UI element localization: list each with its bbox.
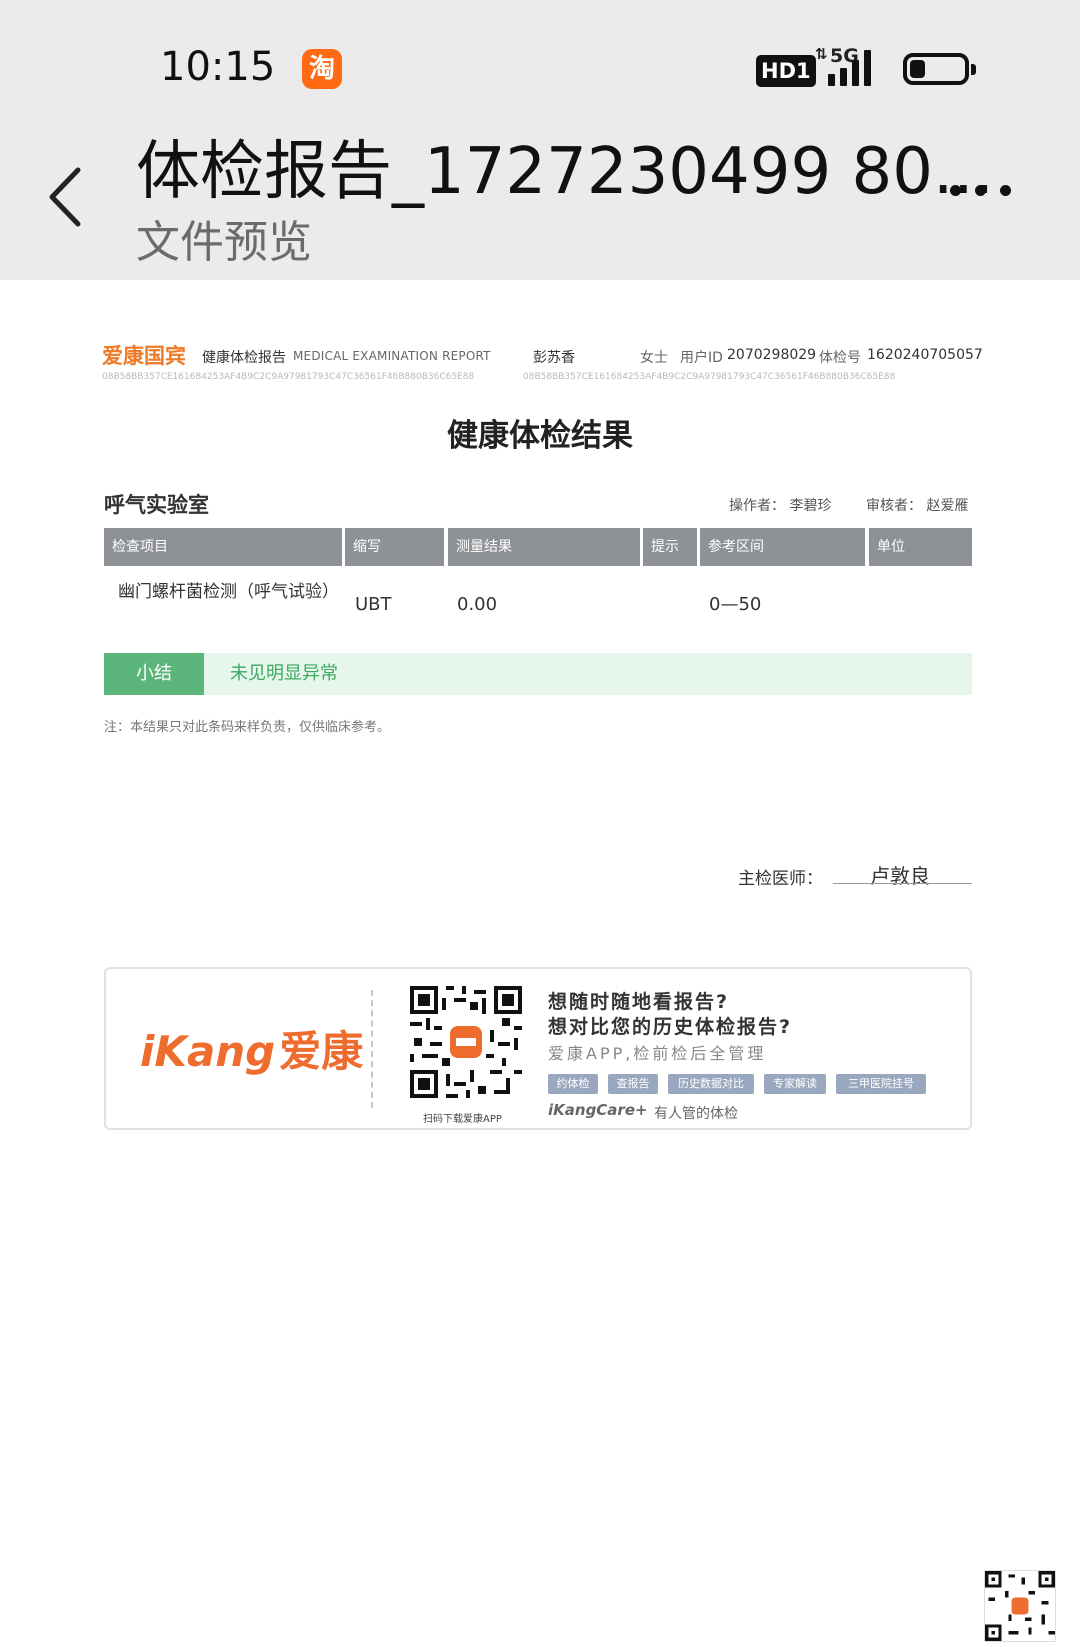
column-header-item: 检查项目 [104, 528, 342, 566]
file-title: 体检报告_1727230499 80... [136, 135, 994, 209]
battery-icon [903, 53, 976, 85]
report-hash: 08B58BB357CE161684253AF4B9C2C9A97981793C… [102, 372, 475, 382]
operator-info: 操作者： 李碧珍 [729, 498, 832, 514]
exam-no-label: 体检号 [819, 350, 861, 366]
feature-tag: 三甲医院挂号 [836, 1074, 926, 1094]
reviewer-info: 审核者： 赵爱雁 [866, 498, 969, 514]
row-abbr: UBT [355, 594, 392, 615]
brand-logo-text: 爱康国宾 [102, 344, 186, 368]
more-dots-icon [950, 185, 961, 196]
user-id-label: 用户ID [680, 350, 723, 366]
feature-tag: 查报告 [608, 1074, 658, 1094]
file-preview-label: 文件预览 [136, 217, 312, 268]
disclaimer-note: 注：本结果只对此条码来样负责，仅供临床参考。 [104, 720, 391, 735]
column-header-result: 测量结果 [448, 528, 640, 566]
report-hash-repeat: 08B58BB357CE161684253AF4B9C2C9A97981793C… [523, 372, 896, 382]
banner-divider [371, 990, 373, 1108]
user-id-value: 2070298029 [727, 347, 817, 363]
lab-name: 呼气实验室 [104, 493, 209, 517]
mini-qr-code[interactable] [984, 1570, 1056, 1642]
column-header-range: 参考区间 [700, 528, 865, 566]
report-title: 健康体检结果 [447, 418, 633, 454]
row-item-name: 幽门螺杆菌检测（呼气试验） [118, 582, 339, 602]
report-name-cn: 健康体检报告 [202, 350, 286, 366]
summary-label: 小结 [104, 653, 204, 695]
row-range: 0—50 [709, 594, 762, 615]
feature-tag: 约体检 [548, 1074, 598, 1094]
data-arrow-icon: ⇅ [815, 45, 828, 63]
back-button[interactable] [44, 162, 90, 232]
column-header-hint: 提示 [643, 528, 697, 566]
summary-text: 未见明显异常 [230, 663, 338, 684]
promo-slogan: 有人管的体检 [654, 1106, 738, 1122]
ikang-logo: iKang爱康 [140, 1027, 364, 1076]
chevron-left-icon [49, 167, 81, 227]
chief-doctor-name: 卢敦良 [870, 864, 930, 888]
report-name-en: MEDICAL EXAMINATION REPORT [293, 349, 491, 363]
patient-sex: 女士 [640, 350, 668, 366]
promo-line-3: 爱康APP,检前检后全管理 [548, 1044, 767, 1063]
download-qr-code [410, 986, 522, 1098]
exam-no-value: 1620240705057 [867, 347, 983, 363]
ikangcare-logo: iKangCare+ [548, 1101, 648, 1119]
column-header-abbr: 缩写 [345, 528, 444, 566]
more-options-button[interactable] [950, 185, 1018, 205]
taobao-app-icon: 淘 [302, 49, 342, 89]
column-header-unit: 单位 [869, 528, 972, 566]
promo-line-2: 想对比您的历史体检报告? [548, 1016, 793, 1038]
feature-tag: 专家解读 [764, 1074, 826, 1094]
signature-line [833, 883, 972, 884]
patient-name: 彭苏香 [533, 350, 575, 366]
hd-voice-icon: HD1 [756, 55, 816, 87]
status-time: 10:15 [160, 44, 276, 90]
qr-caption: 扫码下载爱康APP [423, 1114, 502, 1125]
row-result: 0.00 [457, 594, 498, 615]
chief-doctor-label: 主检医师： [738, 869, 823, 889]
signal-5g-icon: ⇅ 5G [815, 46, 885, 86]
promo-line-1: 想随时随地看报告? [548, 991, 730, 1013]
feature-tag: 历史数据对比 [668, 1074, 754, 1094]
